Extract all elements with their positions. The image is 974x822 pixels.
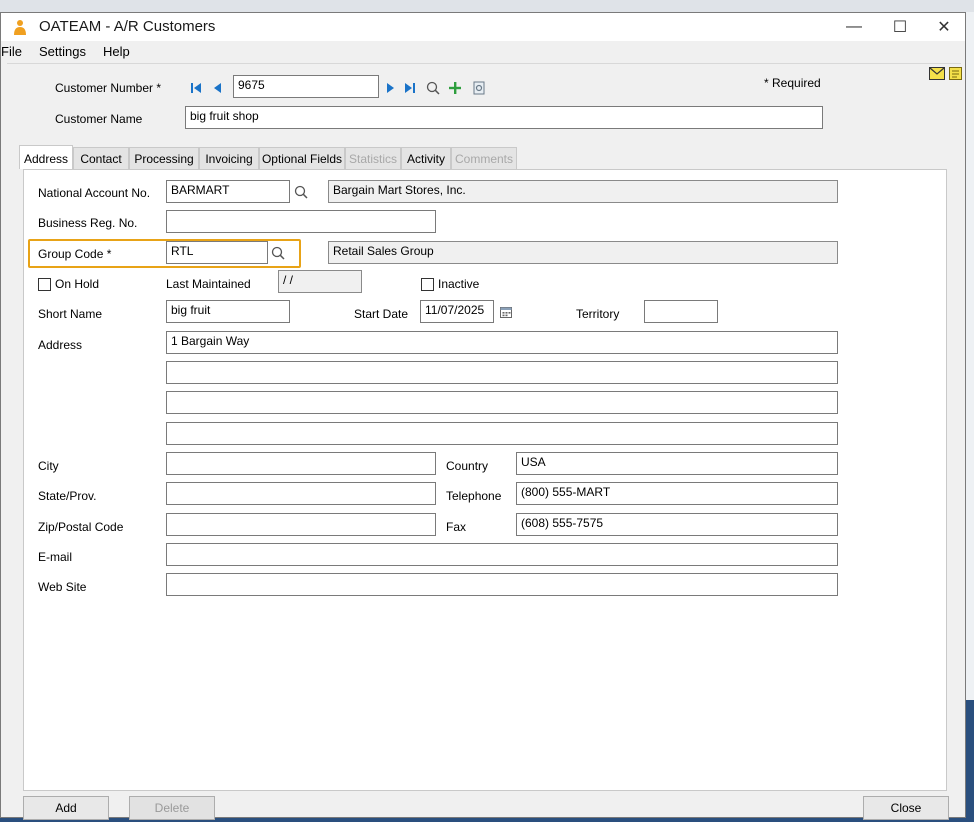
tab-contact[interactable]: Contact bbox=[73, 147, 129, 169]
zip-label: Zip/Postal Code bbox=[38, 520, 124, 534]
mail-icon[interactable] bbox=[929, 66, 945, 80]
document-view-icon[interactable] bbox=[471, 78, 487, 98]
tab-invoicing[interactable]: Invoicing bbox=[199, 147, 259, 169]
national-account-search-icon[interactable] bbox=[292, 182, 310, 202]
close-button[interactable]: Close bbox=[863, 796, 949, 820]
address-panel: National Account No. BARMART Bargain Mar… bbox=[23, 169, 947, 791]
territory-label: Territory bbox=[576, 307, 620, 321]
notes-icon[interactable] bbox=[948, 66, 962, 80]
customer-name-input[interactable]: big fruit shop bbox=[185, 106, 823, 129]
tab-statistics[interactable]: Statistics bbox=[345, 147, 401, 169]
title-bar[interactable]: OATEAM - A/R Customers — ☐ ✕ bbox=[1, 13, 965, 41]
app-icon bbox=[13, 19, 27, 35]
calendar-icon[interactable] bbox=[498, 302, 514, 322]
national-account-label: National Account No. bbox=[38, 186, 151, 200]
state-label: State/Prov. bbox=[38, 489, 97, 503]
zip-input[interactable] bbox=[166, 513, 436, 536]
business-reg-label: Business Reg. No. bbox=[38, 216, 138, 230]
new-record-plus-icon[interactable] bbox=[447, 78, 463, 98]
last-maintained-value: / / bbox=[278, 270, 362, 293]
menu-file[interactable]: File bbox=[1, 44, 22, 59]
previous-record-icon[interactable] bbox=[211, 78, 223, 98]
inactive-label: Inactive bbox=[438, 277, 480, 291]
website-input[interactable] bbox=[166, 573, 838, 596]
city-label: City bbox=[38, 459, 59, 473]
address-line-1-input[interactable]: 1 Bargain Way bbox=[166, 331, 838, 354]
delete-button[interactable]: Delete bbox=[129, 796, 215, 820]
group-code-label: Group Code * bbox=[38, 247, 112, 261]
short-name-input[interactable]: big fruit bbox=[166, 300, 290, 323]
customer-number-input[interactable]: 9675 bbox=[233, 75, 379, 98]
on-hold-checkbox[interactable] bbox=[38, 278, 51, 291]
last-maintained-label: Last Maintained bbox=[166, 277, 251, 291]
website-label: Web Site bbox=[38, 580, 87, 594]
country-input[interactable]: USA bbox=[516, 452, 838, 475]
next-record-icon[interactable] bbox=[385, 78, 397, 98]
finder-search-icon[interactable] bbox=[425, 78, 441, 98]
start-date-input[interactable]: 11/07/2025 bbox=[420, 300, 494, 323]
window-title: OATEAM - A/R Customers bbox=[39, 18, 216, 35]
last-record-icon[interactable] bbox=[403, 78, 417, 98]
city-input[interactable] bbox=[166, 452, 436, 475]
group-code-input[interactable]: RTL bbox=[166, 241, 268, 264]
on-hold-label: On Hold bbox=[55, 277, 100, 291]
state-input[interactable] bbox=[166, 482, 436, 505]
territory-input[interactable] bbox=[644, 300, 718, 323]
telephone-label: Telephone bbox=[446, 489, 502, 503]
minimize-button[interactable]: — bbox=[831, 13, 877, 41]
maximize-button[interactable]: ☐ bbox=[877, 13, 923, 41]
tab-comments[interactable]: Comments bbox=[451, 147, 517, 169]
address-line-3-input[interactable] bbox=[166, 391, 838, 414]
business-reg-input[interactable] bbox=[166, 210, 436, 233]
address-label: Address bbox=[38, 338, 83, 352]
fax-input[interactable]: (608) 555-7575 bbox=[516, 513, 838, 536]
customer-name-label: Customer Name bbox=[55, 112, 143, 126]
close-window-button[interactable]: ✕ bbox=[921, 13, 967, 41]
group-code-search-icon[interactable] bbox=[269, 243, 287, 263]
telephone-input[interactable]: (800) 555-MART bbox=[516, 482, 838, 505]
customers-window: OATEAM - A/R Customers — ☐ ✕ File Settin… bbox=[0, 12, 966, 820]
first-record-icon[interactable] bbox=[189, 78, 203, 98]
country-label: Country bbox=[446, 459, 489, 473]
add-button[interactable]: Add bbox=[23, 796, 109, 820]
required-note: * Required bbox=[764, 76, 821, 90]
fax-label: Fax bbox=[446, 520, 467, 534]
background-taskbar bbox=[0, 0, 974, 12]
email-input[interactable] bbox=[166, 543, 838, 566]
short-name-label: Short Name bbox=[38, 307, 103, 321]
tab-optional-fields[interactable]: Optional Fields bbox=[259, 147, 345, 169]
menu-bar: File Settings Help bbox=[1, 42, 965, 62]
tab-processing[interactable]: Processing bbox=[129, 147, 199, 169]
national-account-description: Bargain Mart Stores, Inc. bbox=[328, 180, 838, 203]
menu-settings[interactable]: Settings bbox=[39, 44, 86, 59]
group-code-description: Retail Sales Group bbox=[328, 241, 838, 264]
address-line-4-input[interactable] bbox=[166, 422, 838, 445]
inactive-checkbox[interactable] bbox=[421, 278, 434, 291]
customer-number-label: Customer Number * bbox=[55, 81, 162, 95]
start-date-label: Start Date bbox=[354, 307, 409, 321]
form-body: Customer Number * 9675 * Required Custom… bbox=[7, 63, 962, 820]
email-label: E-mail bbox=[38, 550, 73, 564]
tab-activity[interactable]: Activity bbox=[401, 147, 451, 169]
tab-address[interactable]: Address bbox=[19, 145, 73, 169]
menu-help[interactable]: Help bbox=[103, 44, 130, 59]
national-account-input[interactable]: BARMART bbox=[166, 180, 290, 203]
address-line-2-input[interactable] bbox=[166, 361, 838, 384]
